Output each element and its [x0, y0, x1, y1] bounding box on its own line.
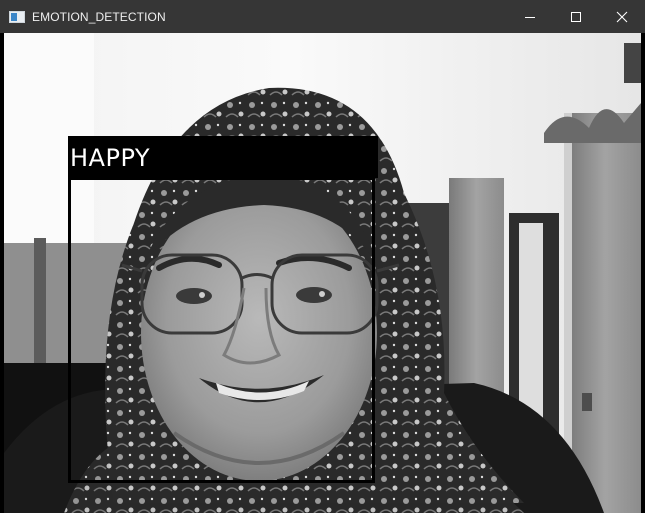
window-controls — [507, 0, 645, 33]
face-bounding-box — [68, 177, 375, 483]
minimize-button[interactable] — [507, 0, 553, 33]
window-app-icon — [9, 10, 25, 23]
minimize-icon — [525, 16, 535, 18]
close-button[interactable] — [599, 0, 645, 33]
window-title: EMOTION_DETECTION — [32, 9, 166, 24]
emotion-detection-window: EMOTION_DETECTION HAPPY — [0, 0, 645, 513]
emotion-label: HAPPY — [70, 144, 151, 172]
maximize-icon — [571, 11, 581, 22]
close-icon — [616, 11, 628, 22]
emotion-label-bar: HAPPY — [68, 136, 378, 178]
title-bar[interactable]: EMOTION_DETECTION — [0, 0, 645, 33]
maximize-button[interactable] — [553, 0, 599, 33]
